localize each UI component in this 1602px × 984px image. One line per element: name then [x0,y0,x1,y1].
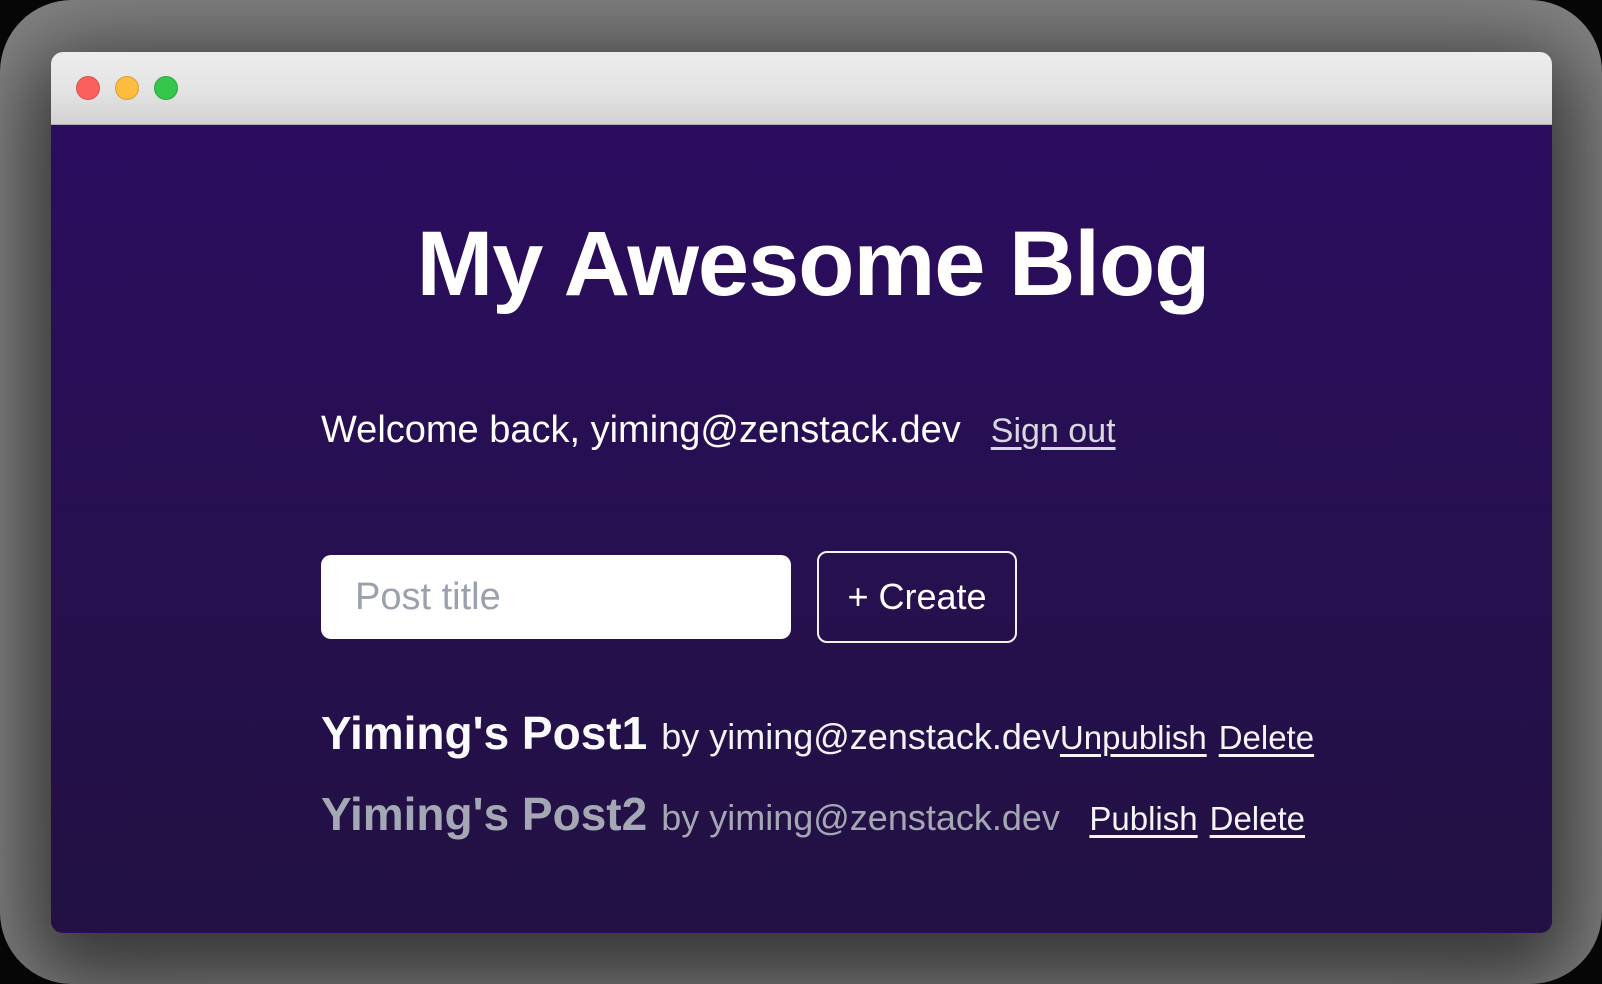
post-row: Yiming's Post2 by yiming@zenstack.dev Pu… [321,786,1305,843]
main-container: My Awesome Blog Welcome back, yiming@zen… [321,125,1305,843]
post-byline: by yiming@zenstack.dev [661,716,1060,758]
post-title-input[interactable] [321,555,791,639]
app-window: My Awesome Blog Welcome back, yiming@zen… [51,52,1552,933]
post-info: Yiming's Post1 by yiming@zenstack.dev [321,705,1060,762]
page-content: My Awesome Blog Welcome back, yiming@zen… [51,125,1552,932]
sign-out-link[interactable]: Sign out [991,408,1116,454]
zoom-button[interactable] [154,76,178,100]
post-actions: Publish Delete [1089,800,1305,838]
post-actions: Unpublish Delete [1060,719,1314,757]
page-title: My Awesome Blog [321,218,1305,310]
unpublish-link[interactable]: Unpublish [1060,719,1207,757]
post-title: Yiming's Post2 [321,786,647,843]
create-button[interactable]: + Create [817,551,1017,643]
welcome-text: Welcome back, yiming@zenstack.dev [321,407,961,453]
minimize-button[interactable] [115,76,139,100]
desktop-background: My Awesome Blog Welcome back, yiming@zen… [0,0,1602,984]
publish-link[interactable]: Publish [1089,800,1197,838]
create-post-row: + Create [321,551,1305,643]
post-info: Yiming's Post2 by yiming@zenstack.dev [321,786,1060,843]
post-byline: by yiming@zenstack.dev [661,797,1060,839]
post-title: Yiming's Post1 [321,705,647,762]
post-row: Yiming's Post1 by yiming@zenstack.dev Un… [321,705,1305,762]
close-button[interactable] [76,76,100,100]
delete-link[interactable]: Delete [1210,800,1305,838]
window-titlebar [51,52,1552,125]
post-list: Yiming's Post1 by yiming@zenstack.dev Un… [321,705,1305,843]
delete-link[interactable]: Delete [1219,719,1314,757]
welcome-row: Welcome back, yiming@zenstack.dev Sign o… [321,407,1305,454]
